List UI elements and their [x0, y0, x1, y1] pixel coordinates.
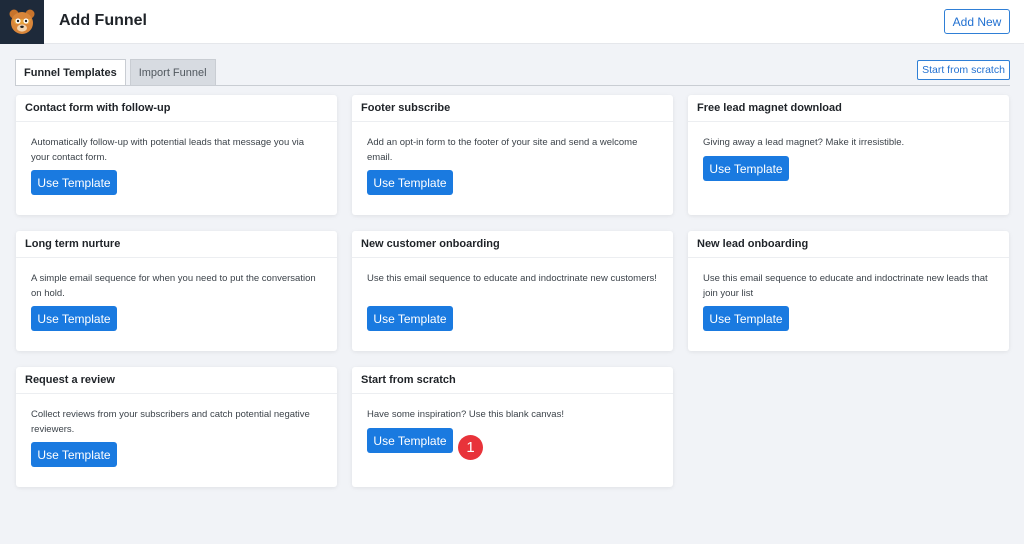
- card-title: New lead onboarding: [688, 231, 1009, 258]
- bear-mascot-icon: [9, 9, 35, 34]
- template-card-start-from-scratch: Start from scratch Have some inspiration…: [352, 367, 673, 487]
- use-template-button[interactable]: Use Template: [31, 170, 117, 195]
- card-title: Footer subscribe: [352, 95, 673, 122]
- template-card-contact-form: Contact form with follow-up Automaticall…: [16, 95, 337, 215]
- card-title: Contact form with follow-up: [16, 95, 337, 122]
- use-template-button[interactable]: Use Template: [31, 442, 117, 467]
- tab-funnel-templates[interactable]: Funnel Templates: [15, 59, 126, 86]
- card-title: Start from scratch: [352, 367, 673, 394]
- page-title: Add Funnel: [59, 12, 147, 29]
- use-template-button[interactable]: Use Template: [703, 156, 789, 181]
- step-number-badge: 1: [458, 435, 483, 460]
- card-description: Add an opt-in form to the footer of your…: [367, 137, 638, 163]
- add-new-button[interactable]: Add New: [944, 9, 1010, 34]
- use-template-button[interactable]: Use Template: [367, 170, 453, 195]
- card-description: Giving away a lead magnet? Make it irres…: [703, 137, 905, 148]
- top-bar: Add Funnel Add New: [0, 0, 1024, 44]
- card-description: Have some inspiration? Use this blank ca…: [367, 409, 564, 420]
- template-card-new-lead-onboarding: New lead onboarding Use this email seque…: [688, 231, 1009, 351]
- card-title: Free lead magnet download: [688, 95, 1009, 122]
- card-title: Request a review: [16, 367, 337, 394]
- card-description: Use this email sequence to educate and i…: [703, 273, 988, 299]
- use-template-button[interactable]: Use Template: [703, 306, 789, 331]
- template-card-free-lead-magnet: Free lead magnet download Giving away a …: [688, 95, 1009, 215]
- tab-import-funnel[interactable]: Import Funnel: [129, 59, 216, 85]
- use-template-button[interactable]: Use Template: [367, 306, 453, 331]
- tab-bar: Funnel Templates Import Funnel: [15, 59, 216, 86]
- logo[interactable]: [0, 0, 44, 44]
- template-card-footer-subscribe: Footer subscribe Add an opt-in form to t…: [352, 95, 673, 215]
- template-card-long-term-nurture: Long term nurture A simple email sequenc…: [16, 231, 337, 351]
- card-title: Long term nurture: [16, 231, 337, 258]
- card-description: Collect reviews from your subscribers an…: [31, 409, 310, 435]
- template-card-new-customer-onboarding: New customer onboarding Use this email s…: [352, 231, 673, 351]
- use-template-button[interactable]: Use Template: [31, 306, 117, 331]
- card-description: Automatically follow-up with potential l…: [31, 137, 305, 163]
- template-card-request-review: Request a review Collect reviews from yo…: [16, 367, 337, 487]
- card-description: A simple email sequence for when you nee…: [31, 273, 316, 299]
- start-from-scratch-button[interactable]: Start from scratch: [917, 60, 1010, 80]
- card-title: New customer onboarding: [352, 231, 673, 258]
- tab-divider: [15, 85, 1010, 86]
- use-template-button[interactable]: Use Template: [367, 428, 453, 453]
- card-description: Use this email sequence to educate and i…: [367, 273, 657, 284]
